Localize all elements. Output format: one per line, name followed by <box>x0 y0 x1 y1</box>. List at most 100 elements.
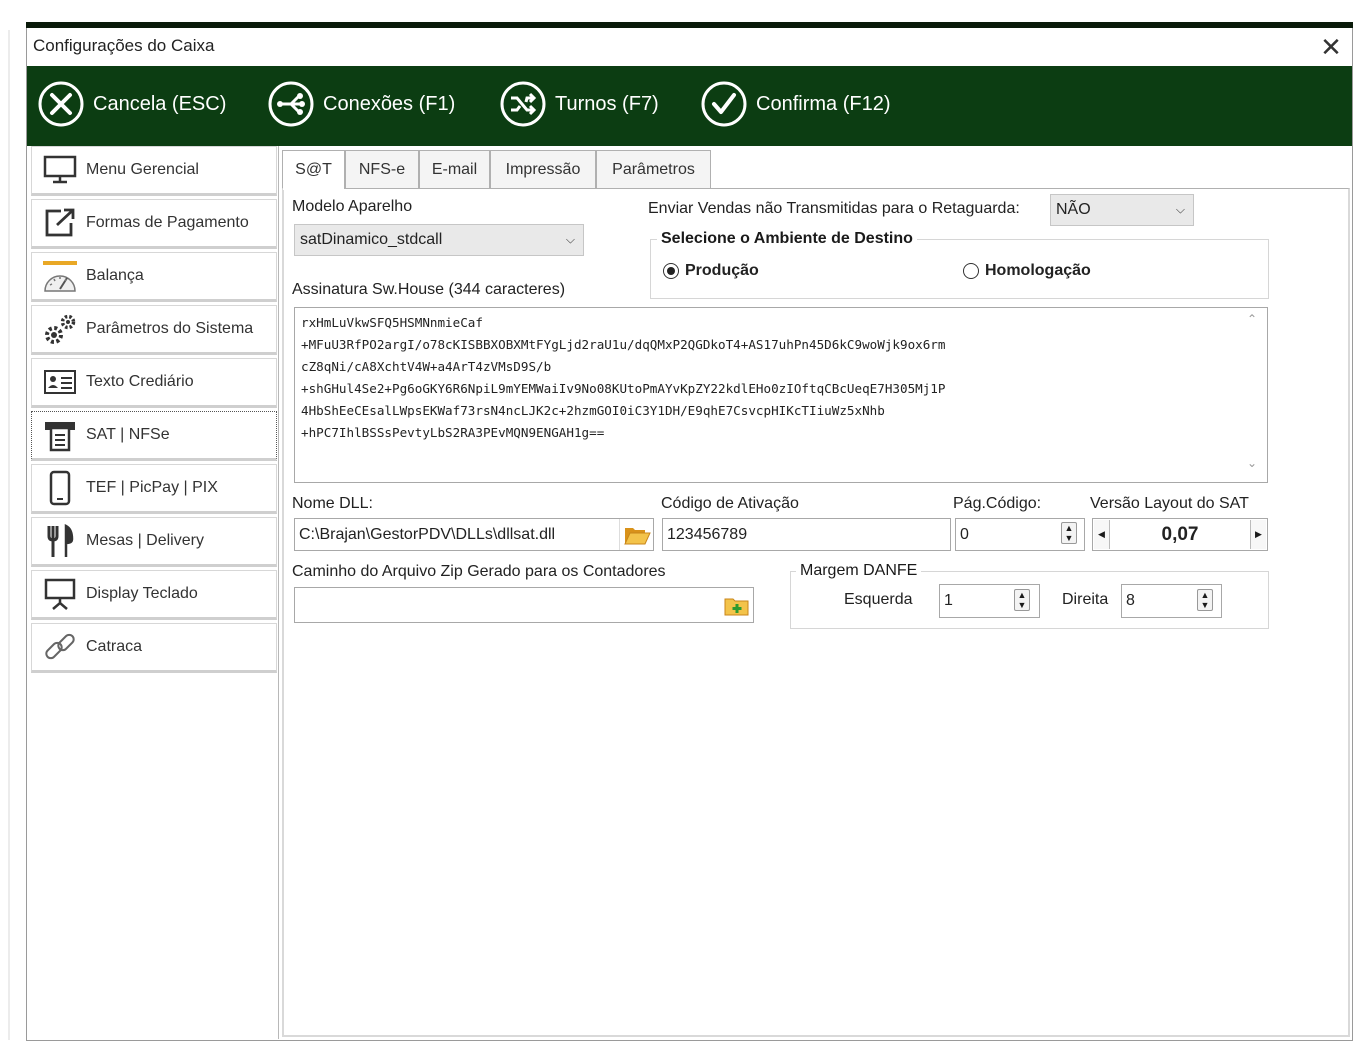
radio-producao-label: Produção <box>685 262 759 279</box>
connections-icon <box>268 81 314 127</box>
display-icon <box>40 574 80 614</box>
nome-dll-field[interactable]: C:\Brajan\GestorPDV\DLLs\dllsat.dll <box>294 518 654 551</box>
folder-open-icon <box>623 527 651 544</box>
title-bar: Configurações do Caixa ✕ <box>27 28 1352 66</box>
browse-dll-button[interactable] <box>619 519 653 550</box>
confirm-button[interactable]: Confirma (F12) <box>700 78 890 130</box>
spin-down-icon[interactable]: ▼ <box>1065 533 1074 543</box>
sidebar-item-display-teclado[interactable]: Display Teclado <box>31 570 277 620</box>
turnos-button-label: Turnos (F7) <box>555 92 659 115</box>
window-title: Configurações do Caixa <box>33 36 215 55</box>
active-tab-gap <box>283 187 344 190</box>
sidebar-item-balanca[interactable]: Balança <box>31 252 277 302</box>
enviar-vendas-label: Enviar Vendas não Transmitidas para o Re… <box>648 200 1020 217</box>
turnos-button[interactable]: Turnos (F7) <box>499 78 659 130</box>
toolbar: Cancela (ESC) Conexões (F1) Turnos (F7) … <box>27 66 1352 146</box>
chevron-down-icon: ⌵ <box>565 232 575 247</box>
nome-dll-value: C:\Brajan\GestorPDV\DLLs\dllsat.dll <box>299 525 556 543</box>
cancel-button[interactable]: Cancela (ESC) <box>37 78 226 130</box>
direita-stepper[interactable]: ▲ ▼ <box>1197 589 1213 611</box>
spin-up-icon[interactable]: ▲ <box>1018 590 1027 600</box>
sidebar-item-label: Formas de Pagamento <box>86 214 249 231</box>
modelo-aparelho-label: Modelo Aparelho <box>292 198 413 215</box>
modelo-aparelho-value: satDinamico_stdcall <box>300 231 443 248</box>
tab-email[interactable]: E-mail <box>419 150 490 189</box>
scale-icon <box>40 256 80 296</box>
sidebar-item-mesas-delivery[interactable]: Mesas | Delivery <box>31 517 277 567</box>
connections-button-label: Conexões (F1) <box>323 92 456 115</box>
window-left-edge <box>8 30 10 1040</box>
chevron-down-icon: ⌵ <box>1175 202 1185 217</box>
versao-layout-value: 0,07 <box>1161 523 1199 545</box>
monitor-icon <box>40 150 80 190</box>
gears-icon <box>40 309 80 349</box>
sidebar-item-label: Catraca <box>86 638 143 655</box>
spin-up-icon[interactable]: ▲ <box>1065 523 1074 533</box>
pag-codigo-value: 0 <box>960 525 969 543</box>
memo-scrollbar[interactable]: ⌃ ⌄ <box>1240 308 1267 482</box>
sidebar-item-sat-nfse[interactable]: SAT | NFSe <box>31 411 277 461</box>
sidebar-item-formas-pagamento[interactable]: Formas de Pagamento <box>31 199 277 249</box>
scroll-up-icon[interactable]: ⌃ <box>1247 312 1257 326</box>
cancel-button-label: Cancela (ESC) <box>93 92 227 115</box>
assinatura-memo[interactable]: rxHmLuVkwSFQ5HSMNnmieCaf +MFuU3RfPO2argI/… <box>294 307 1268 483</box>
tab-sat[interactable]: S@T <box>282 150 345 190</box>
assinatura-label: Assinatura Sw.House (344 caracteres) <box>292 281 566 298</box>
link-icon <box>40 627 80 667</box>
nome-dll-label: Nome DLL: <box>292 495 373 512</box>
spin-down-icon[interactable]: ▼ <box>1201 600 1210 610</box>
confirm-button-label: Confirma (F12) <box>756 92 891 115</box>
direita-value: 8 <box>1126 592 1135 609</box>
enviar-vendas-value: NÃO <box>1056 201 1091 218</box>
browse-zip-button[interactable] <box>720 589 753 622</box>
esquerda-value: 1 <box>944 592 953 609</box>
sidebar-item-parametros-sistema[interactable]: Parâmetros do Sistema <box>31 305 277 355</box>
assinatura-line: rxHmLuVkwSFQ5HSMNnmieCaf <box>301 315 483 330</box>
sidebar-item-menu-gerencial[interactable]: Menu Gerencial <box>31 146 277 196</box>
spin-up-icon[interactable]: ▲ <box>1201 590 1210 600</box>
assinatura-line: cZ8qNi/cA8XchtV4W+a4ArT4zVMsD9S/b <box>301 359 552 374</box>
radio-producao[interactable]: Produção <box>663 262 759 280</box>
cutlery-icon <box>40 521 80 561</box>
sidebar-item-label: TEF | PicPay | PIX <box>86 479 218 496</box>
edit-external-icon <box>40 203 80 243</box>
sidebar-item-tef-picpay-pix[interactable]: TEF | PicPay | PIX <box>31 464 277 514</box>
esquerda-stepper[interactable]: ▲ ▼ <box>1014 589 1030 611</box>
sidebar-item-label: Parâmetros do Sistema <box>86 320 254 337</box>
assinatura-line: 4HbShEeCEsalLWpsEKWaf73rsN4ncLJK2c+2hzmG… <box>301 403 885 418</box>
sidebar-item-texto-crediario[interactable]: Texto Crediário <box>31 358 277 408</box>
sidebar-item-label: Display Teclado <box>86 585 198 602</box>
caminho-zip-field[interactable] <box>294 587 754 623</box>
pag-codigo-stepper[interactable]: ▲ ▼ <box>1061 522 1077 544</box>
arrow-left-icon[interactable]: ◀ <box>1094 520 1110 549</box>
margem-danfe-title: Margem DANFE <box>796 562 922 580</box>
radio-selected-icon <box>663 263 679 279</box>
codigo-ativacao-field[interactable]: 123456789 <box>662 518 951 551</box>
radio-homologacao[interactable]: Homologação <box>963 262 1091 280</box>
sidebar-item-label: SAT | NFSe <box>86 426 170 443</box>
tab-impressao[interactable]: Impressão <box>490 150 596 189</box>
shuffle-icon <box>500 81 546 127</box>
assinatura-line: +MFuU3RfPO2argI/o78cKISBBXOBXMtFYgLjd2ra… <box>301 337 946 352</box>
cancel-icon <box>38 81 84 127</box>
phone-icon <box>40 468 80 508</box>
scroll-down-icon[interactable]: ⌄ <box>1247 456 1257 470</box>
radio-unselected-icon <box>963 263 979 279</box>
spin-down-icon[interactable]: ▼ <box>1018 600 1027 610</box>
tab-nfse[interactable]: NFS-e <box>345 150 419 189</box>
tab-parametros[interactable]: Parâmetros <box>596 150 711 189</box>
direita-label: Direita <box>1062 591 1109 608</box>
esquerda-label: Esquerda <box>844 591 913 608</box>
modelo-aparelho-select[interactable]: satDinamico_stdcall ⌵ <box>294 224 584 256</box>
sidebar-item-label: Menu Gerencial <box>86 161 199 178</box>
enviar-vendas-select[interactable]: NÃO ⌵ <box>1050 194 1194 226</box>
sidebar-item-catraca[interactable]: Catraca <box>31 623 277 673</box>
arrow-right-icon[interactable]: ▶ <box>1250 520 1266 549</box>
close-icon[interactable]: ✕ <box>1315 30 1347 64</box>
versao-layout-field[interactable]: 0,07 <box>1092 518 1268 551</box>
sidebar-item-label: Mesas | Delivery <box>86 532 204 549</box>
connections-button[interactable]: Conexões (F1) <box>267 78 455 130</box>
printer-icon <box>40 415 80 455</box>
check-icon <box>701 81 747 127</box>
ambiente-title: Selecione o Ambiente de Destino <box>657 230 917 248</box>
